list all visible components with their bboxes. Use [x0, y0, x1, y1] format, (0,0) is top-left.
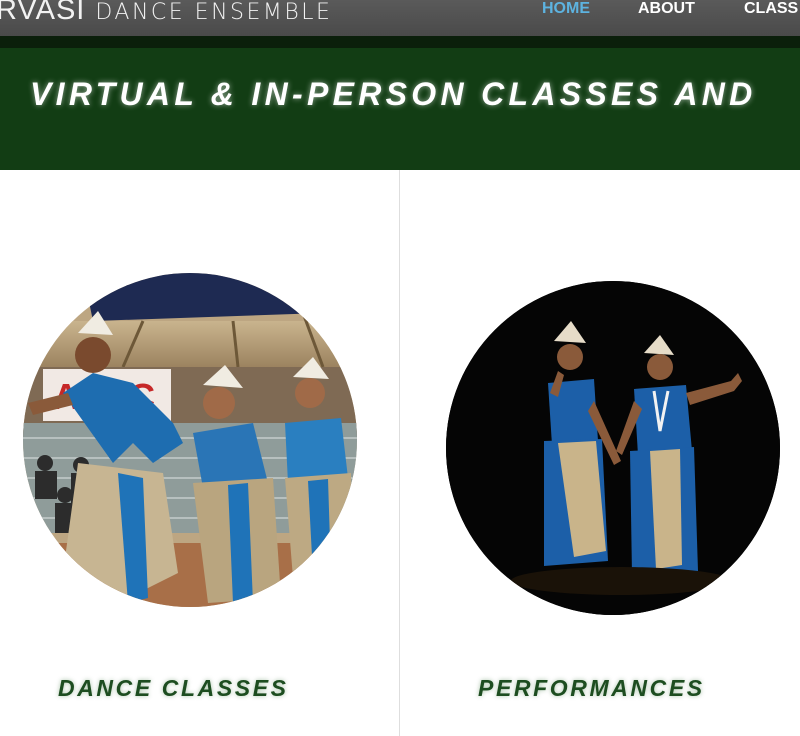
nav-about[interactable]: ABOUT	[638, 0, 695, 18]
dance-classes-illustration: ASCC	[23, 273, 357, 607]
column-divider	[399, 170, 400, 736]
site-header: RVASI DANCE ENSEMBLE HOME ABOUT CLASS	[0, 0, 800, 36]
site-logo[interactable]: RVASI DANCE ENSEMBLE	[0, 0, 332, 27]
performances-illustration	[446, 281, 780, 615]
hero-banner: VIRTUAL & IN-PERSON CLASSES AND	[0, 48, 800, 170]
header-divider-strip	[0, 36, 800, 48]
nav-home[interactable]: HOME	[542, 0, 590, 18]
dance-classes-title[interactable]: DANCE CLASSES	[58, 675, 289, 702]
dance-classes-photo[interactable]: ASCC	[23, 273, 357, 607]
performances-title[interactable]: PERFORMANCES	[478, 675, 705, 702]
logo-main-text: RVASI	[0, 0, 86, 26]
nav-classes[interactable]: CLASS	[744, 0, 798, 18]
performances-photo[interactable]	[446, 281, 780, 615]
banner-headline: VIRTUAL & IN-PERSON CLASSES AND	[30, 76, 757, 112]
logo-sub-text: DANCE ENSEMBLE	[95, 0, 333, 25]
